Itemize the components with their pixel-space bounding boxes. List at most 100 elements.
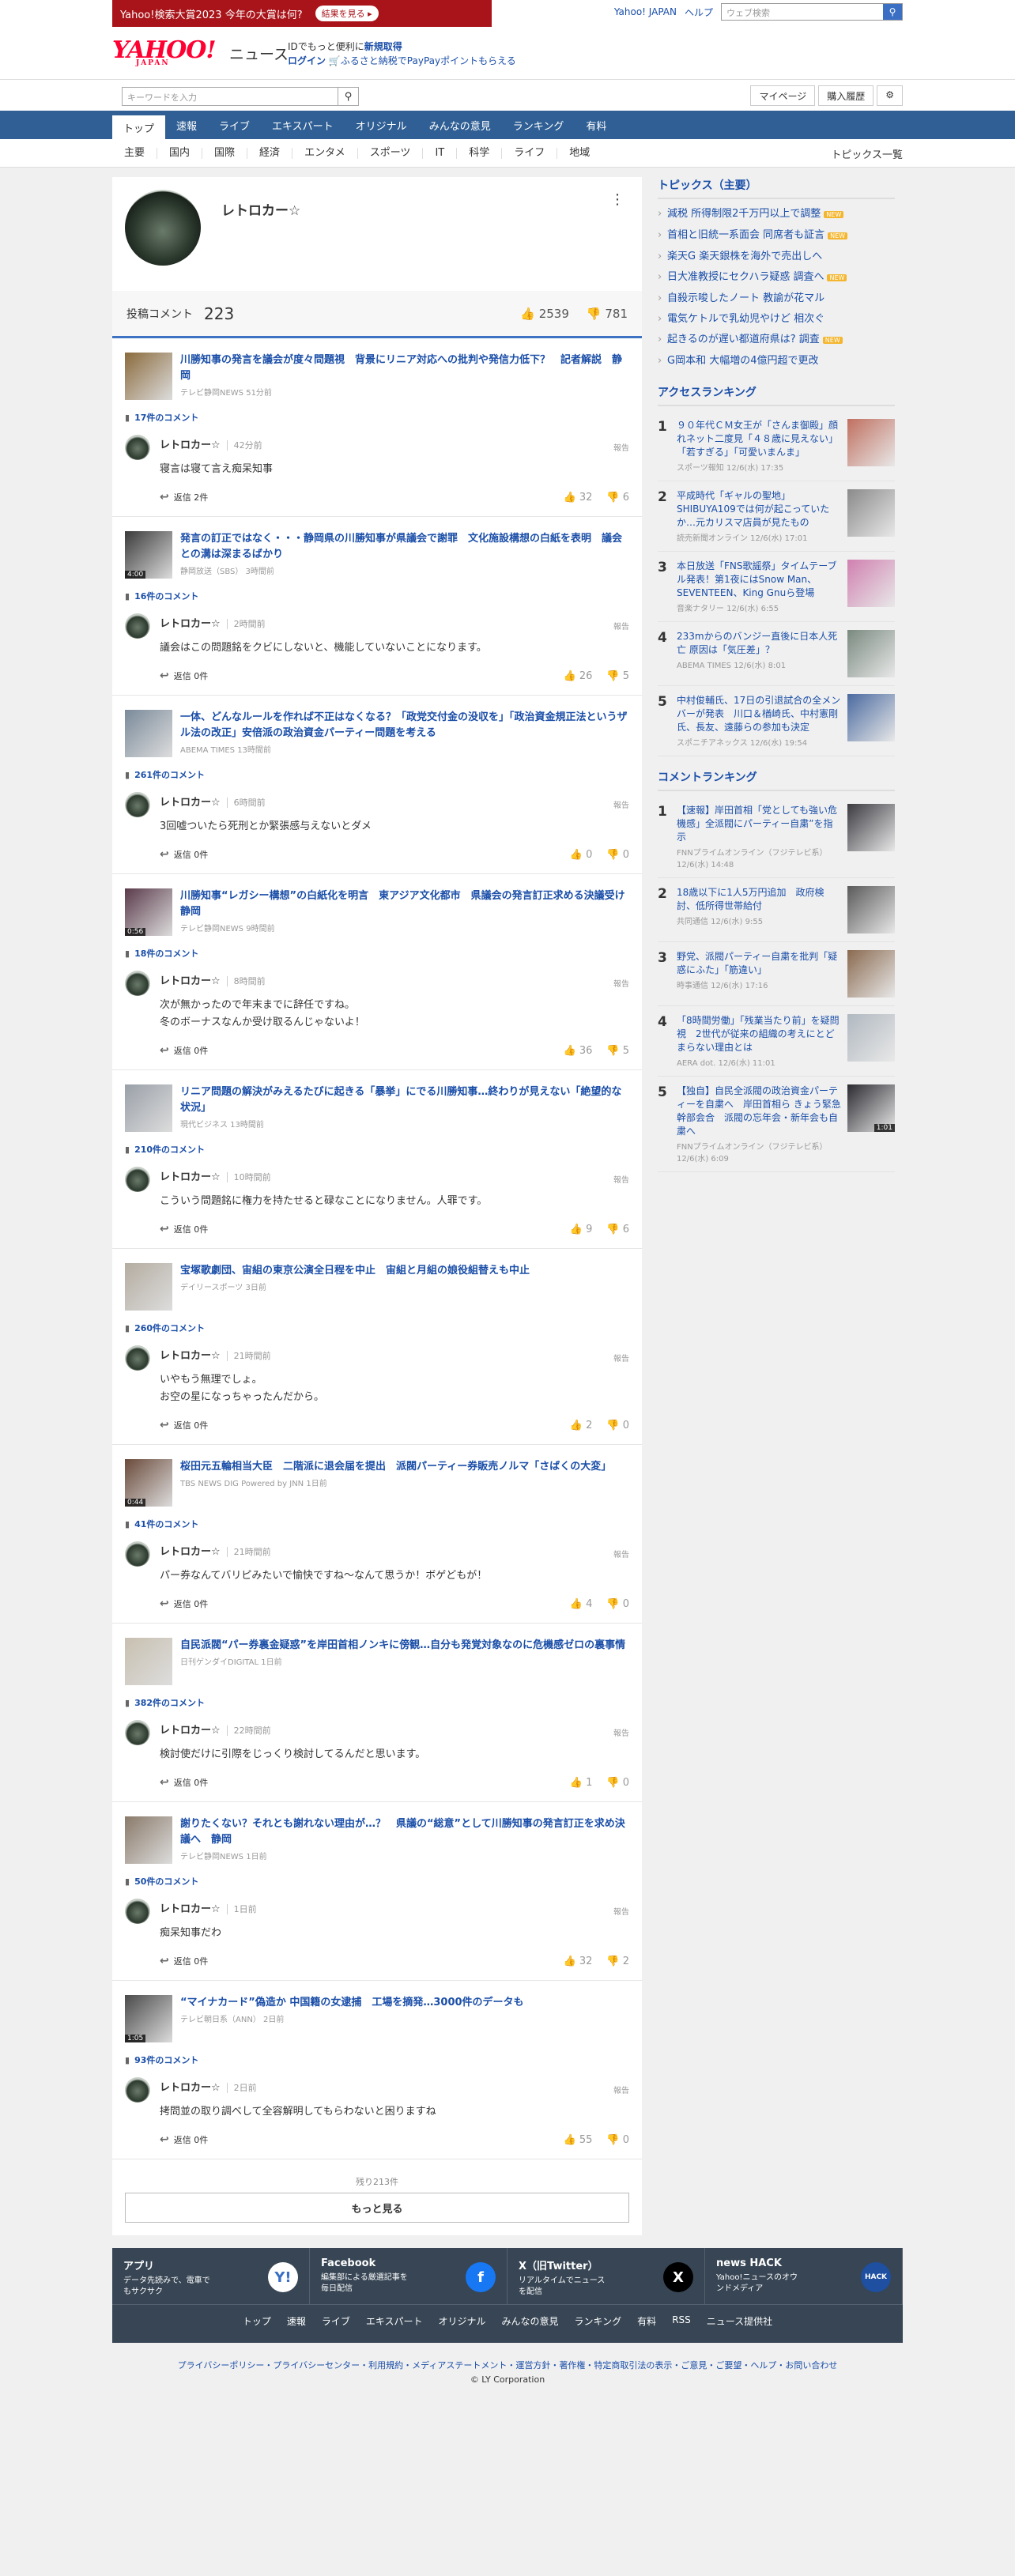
footer-link[interactable]: みんなの意見 xyxy=(502,2314,559,2328)
reply-button[interactable]: ↩ 返信 0件 xyxy=(160,1419,208,1431)
dislike-button[interactable]: 👎 5 xyxy=(606,1045,629,1057)
comments-link[interactable]: ▮ 18件のコメント xyxy=(125,947,629,960)
topic-item[interactable]: G岡本和 大幅増の4億円超で更改 xyxy=(658,351,895,372)
ranking-item[interactable]: 2 18歳以下に1人5万円追加 政府検討、低所得世帯給付 共同通信 12/6(水)… xyxy=(658,878,895,942)
ranking-item[interactable]: 2 平成時代「ギャルの聖地」SHIBUYA109では何が起こっていたか…元カリス… xyxy=(658,481,895,552)
search-icon[interactable]: ⚲ xyxy=(338,88,358,105)
footer-link[interactable]: RSS xyxy=(672,2314,691,2328)
category-tab[interactable]: 経済 xyxy=(247,148,293,159)
ranking-thumbnail[interactable] xyxy=(847,489,895,537)
article-thumbnail[interactable] xyxy=(125,1816,172,1864)
nav-tab[interactable]: 速報 xyxy=(165,111,208,139)
reply-button[interactable]: ↩ 返信 2件 xyxy=(160,491,208,504)
article-link[interactable]: 0:44 桜田元五輪相当大臣 二階派に退会届を提出 派閥パーティー券販売ノルマ「… xyxy=(125,1459,629,1507)
report-link[interactable]: 報告 xyxy=(613,1352,629,1363)
report-link[interactable]: 報告 xyxy=(613,441,629,453)
report-link[interactable]: 報告 xyxy=(613,1548,629,1560)
article-title[interactable]: “マイナカード”偽造か 中国籍の女逮捕 工場を摘発…3000件のデータも xyxy=(180,1995,524,2011)
load-more-button[interactable]: もっと見る xyxy=(125,2193,629,2223)
news-logo[interactable]: ニュース xyxy=(229,43,289,64)
article-title[interactable]: 桜田元五輪相当大臣 二階派に退会届を提出 派閥パーティー券販売ノルマ「さばくの大… xyxy=(180,1459,611,1475)
article-thumbnail[interactable]: 0:44 xyxy=(125,1459,172,1507)
search-icon[interactable]: ⚲ xyxy=(883,4,902,20)
dislike-button[interactable]: 👎 0 xyxy=(606,1777,629,1789)
web-search-input[interactable]: ウェブ検索 xyxy=(722,4,883,20)
dislike-button[interactable]: 👎 6 xyxy=(606,1224,629,1235)
article-thumbnail[interactable] xyxy=(125,1084,172,1132)
like-button[interactable]: 👍 9 xyxy=(570,1224,593,1235)
footer-link[interactable]: 有料 xyxy=(637,2314,656,2328)
like-button[interactable]: 👍 32 xyxy=(564,1956,593,1967)
ranking-thumbnail[interactable] xyxy=(847,950,895,998)
footer-link[interactable]: エキスパート xyxy=(366,2314,423,2328)
ranking-title[interactable]: 野党、派閥パーティー自粛を批判「疑惑にふた」「筋違い」 xyxy=(677,950,841,977)
reply-button[interactable]: ↩ 返信 0件 xyxy=(160,1776,208,1789)
topic-item[interactable]: 日大准教授にセクハラ疑惑 調査へNEW xyxy=(658,267,895,289)
article-title[interactable]: 一体、どんなルールを作れば不正はなくなる？「政党交付金の没収を」「政治資金規正法… xyxy=(180,710,629,741)
ranking-thumbnail[interactable] xyxy=(847,804,895,851)
comments-link[interactable]: ▮ 50件のコメント xyxy=(125,1875,629,1888)
like-button[interactable]: 👍 0 xyxy=(570,849,593,861)
comments-link[interactable]: ▮ 16件のコメント xyxy=(125,590,629,602)
dislike-button[interactable]: 👎 6 xyxy=(606,492,629,504)
ranking-item[interactable]: 4 233mからのバンジー直後に日本人死亡 原因は「気圧差」？ ABEMA TIM… xyxy=(658,622,895,686)
ranking-title[interactable]: ９０年代ＣＭ女王が「さんま御殿」顔れネット二度見「４８歳に見えない」「若すぎる」… xyxy=(677,419,841,459)
ranking-item[interactable]: 4 「8時間労働」「残業当たり前」を疑問視 2世代が従来の組織の考えにとどまらな… xyxy=(658,1006,895,1077)
ranking-thumbnail[interactable] xyxy=(847,694,895,741)
footer-link[interactable]: オリジナル xyxy=(439,2314,486,2328)
purchase-history-button[interactable]: 購入履歴 xyxy=(818,85,874,106)
category-tab[interactable]: スポーツ xyxy=(358,148,424,159)
article-title[interactable]: 宝塚歌劇団、宙組の東京公演全日程を中止 宙組と月組の娘役組替えも中止 xyxy=(180,1263,530,1279)
gear-icon[interactable]: ⚙ xyxy=(877,85,903,106)
like-button[interactable]: 👍 4 xyxy=(570,1598,593,1610)
report-link[interactable]: 報告 xyxy=(613,798,629,810)
footer-card[interactable]: news HACK Yahoo!ニュースのオウンドメディア HACK xyxy=(705,2248,903,2304)
comments-link[interactable]: ▮ 260件のコメント xyxy=(125,1322,629,1334)
ranking-item[interactable]: 5 【独自】自民全派閥の政治資金パーティーを自粛へ 岸田首相ら きょう緊急幹部会… xyxy=(658,1077,895,1172)
article-title[interactable]: 川勝知事の発言を議会が度々問題視 背景にリニア対応への批判や発信力低下？ 記者解… xyxy=(180,353,629,384)
topic-item[interactable]: 電気ケトルで乳幼児やけど 相次ぐ xyxy=(658,309,895,330)
ranking-thumbnail[interactable]: 1:01 xyxy=(847,1084,895,1132)
ranking-item[interactable]: 1 ９０年代ＣＭ女王が「さんま御殿」顔れネット二度見「４８歳に見えない」「若すぎ… xyxy=(658,411,895,481)
topic-item[interactable]: 楽天G 楽天銀株を海外で売出しへ xyxy=(658,247,895,267)
mypage-button[interactable]: マイページ xyxy=(750,85,816,106)
article-thumbnail[interactable]: 0:56 xyxy=(125,888,172,936)
topic-item[interactable]: 起きるのが遅い都道府県は? 調査NEW xyxy=(658,330,895,351)
category-tab[interactable]: エンタメ xyxy=(292,148,358,159)
article-link[interactable]: 自民派閥“パー券裏金疑惑”を岸田首相ノンキに傍観…自分も発覚対象なのに危機感ゼロ… xyxy=(125,1638,629,1685)
ranking-title[interactable]: 18歳以下に1人5万円追加 政府検討、低所得世帯給付 xyxy=(677,886,841,913)
reply-button[interactable]: ↩ 返信 0件 xyxy=(160,669,208,682)
reply-button[interactable]: ↩ 返信 0件 xyxy=(160,1044,208,1057)
like-button[interactable]: 👍 55 xyxy=(564,2134,593,2146)
article-title[interactable]: 川勝知事“レガシー構想”の白紙化を明言 東アジア文化都市 県議会の発言訂正求める… xyxy=(180,888,636,920)
footer-link[interactable]: 速報 xyxy=(287,2314,306,2328)
category-tab[interactable]: ライフ xyxy=(502,148,558,159)
like-button[interactable]: 👍 32 xyxy=(564,492,593,504)
keyword-search[interactable]: キーワードを入力 ⚲ xyxy=(122,87,359,106)
article-thumbnail[interactable] xyxy=(125,1263,172,1311)
reply-button[interactable]: ↩ 返信 0件 xyxy=(160,1597,208,1610)
ranking-title[interactable]: 【独自】自民全派閥の政治資金パーティーを自粛へ 岸田首相ら きょう緊急幹部会合 … xyxy=(677,1084,841,1138)
report-link[interactable]: 報告 xyxy=(613,1905,629,1917)
footer-link[interactable]: ニュース提供社 xyxy=(707,2314,772,2328)
ranking-title[interactable]: 233mからのバンジー直後に日本人死亡 原因は「気圧差」？ xyxy=(677,630,841,657)
ranking-thumbnail[interactable] xyxy=(847,419,895,466)
like-button[interactable]: 👍 2 xyxy=(570,1420,593,1431)
signup-link[interactable]: 新規取得 xyxy=(364,41,402,52)
like-button[interactable]: 👍 26 xyxy=(564,670,593,682)
like-button[interactable]: 👍 1 xyxy=(570,1777,593,1789)
dislike-button[interactable]: 👎 0 xyxy=(606,1598,629,1610)
nav-tab[interactable]: ランキング xyxy=(502,111,575,139)
ranking-title[interactable]: 平成時代「ギャルの聖地」SHIBUYA109では何が起こっていたか…元カリスマ店… xyxy=(677,489,841,530)
article-thumbnail[interactable] xyxy=(125,353,172,400)
reply-button[interactable]: ↩ 返信 0件 xyxy=(160,1223,208,1235)
comments-link[interactable]: ▮ 382件のコメント xyxy=(125,1696,629,1709)
article-link[interactable]: 一体、どんなルールを作れば不正はなくなる？「政党交付金の没収を」「政治資金規正法… xyxy=(125,710,629,757)
topics-list-link[interactable]: トピックス一覧 xyxy=(831,146,903,161)
article-title[interactable]: リニア問題の解決がみえるたびに起きる「暴挙」にでる川勝知事…終わりが見えない「絶… xyxy=(180,1084,629,1116)
yahoo-logo[interactable]: YAHOO! JAPAN xyxy=(112,36,217,67)
furusato-link[interactable]: ふるさと納税でPayPayポイントもらえる xyxy=(341,55,516,66)
help-link[interactable]: ヘルプ xyxy=(685,6,713,19)
nav-tab[interactable]: ライブ xyxy=(208,111,261,139)
article-link[interactable]: 0:56 川勝知事“レガシー構想”の白紙化を明言 東アジア文化都市 県議会の発言… xyxy=(125,888,636,936)
